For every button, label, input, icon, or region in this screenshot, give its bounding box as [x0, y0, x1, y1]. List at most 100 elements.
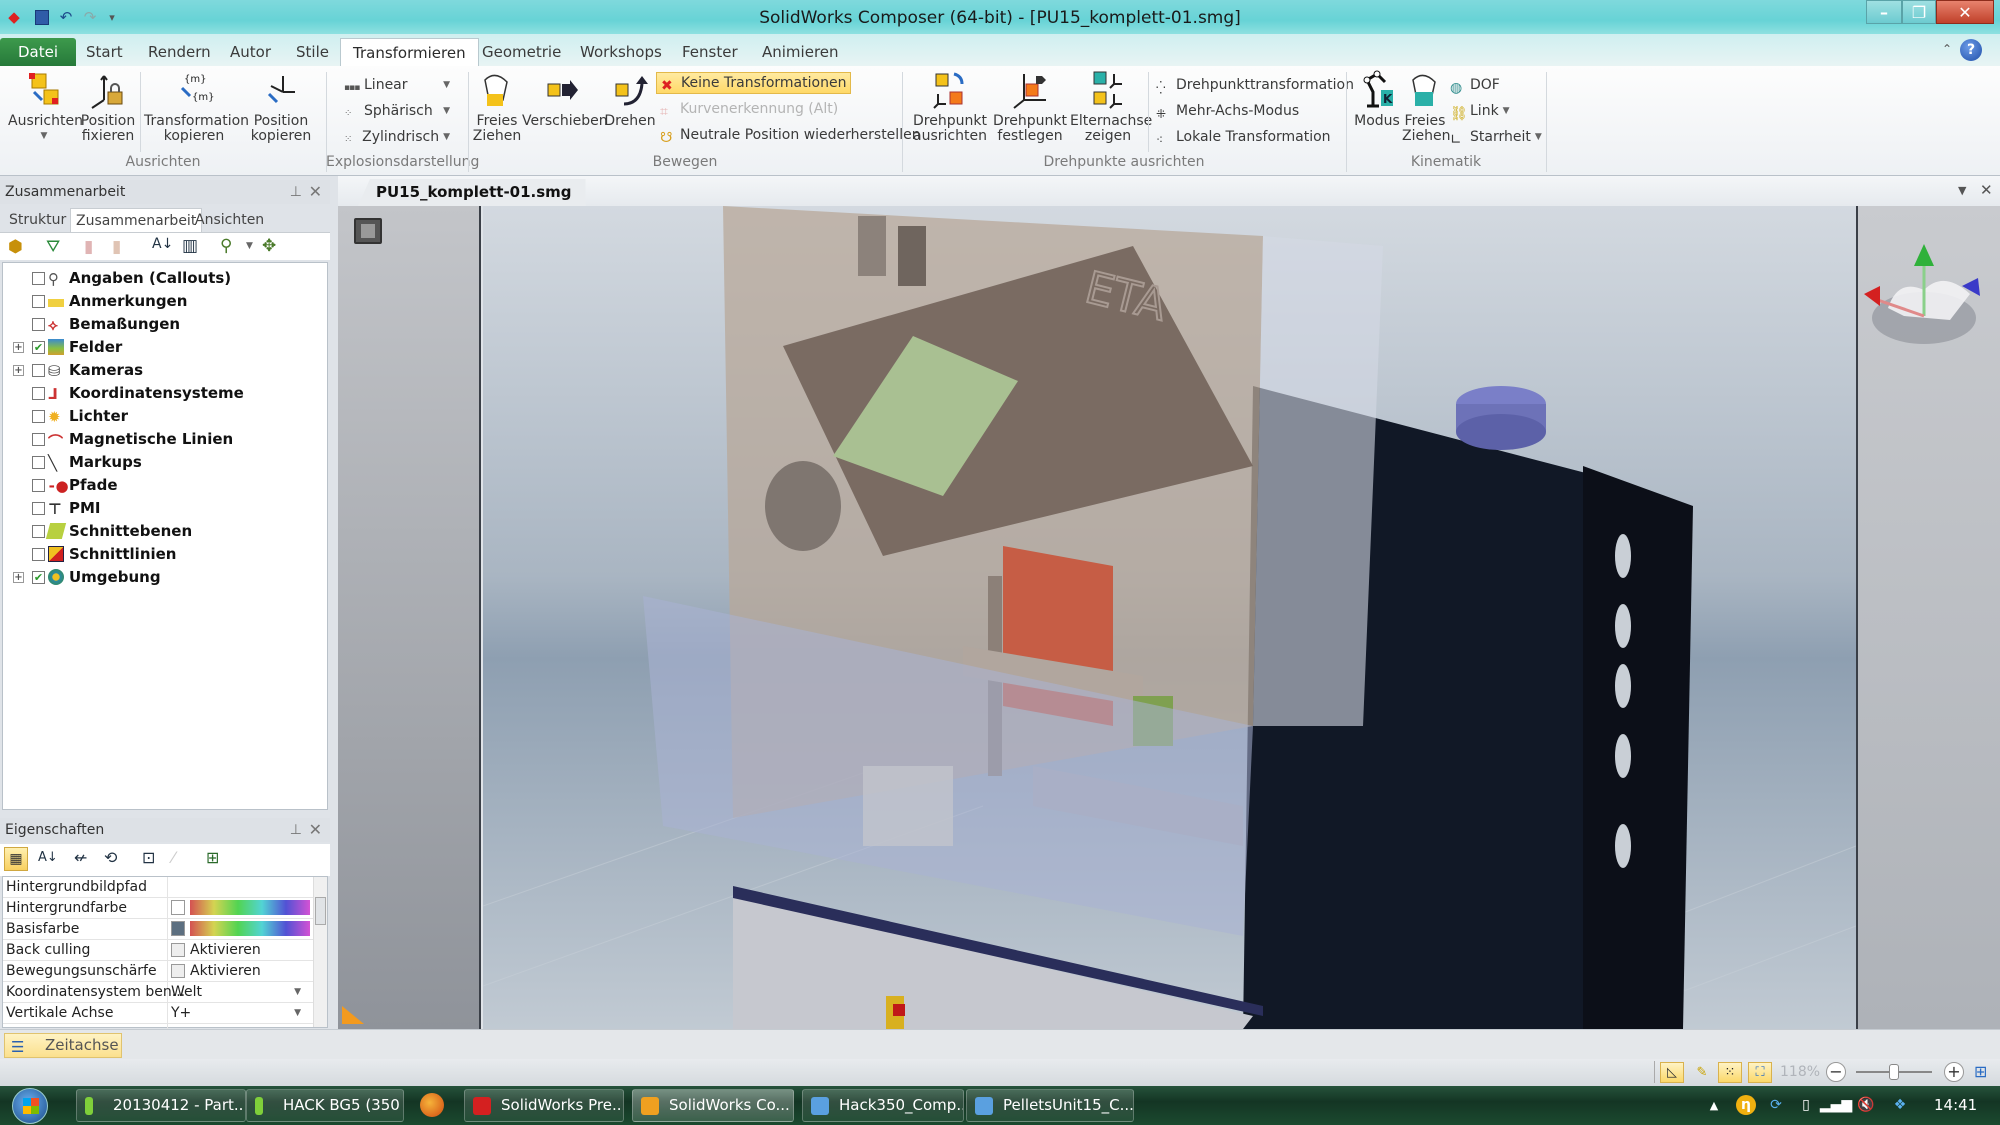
- zoom-slider[interactable]: [1856, 1064, 1932, 1080]
- tab-fenster[interactable]: Fenster: [670, 38, 750, 66]
- modus-button[interactable]: K Modus: [1352, 70, 1402, 129]
- neutrale-position-button[interactable]: ☋ Neutrale Position wiederherstellen: [660, 124, 921, 146]
- checkbox[interactable]: [171, 943, 185, 957]
- expand-icon[interactable]: +: [13, 341, 24, 353]
- measure-icon[interactable]: ◺: [1660, 1062, 1684, 1083]
- taskbar-item[interactable]: Hack350_Comp...: [802, 1089, 964, 1122]
- viewport[interactable]: ETA: [338, 206, 2000, 1029]
- taskbar-item[interactable]: SolidWorks Pre...: [464, 1089, 624, 1122]
- start-button[interactable]: [12, 1088, 48, 1124]
- signal-icon[interactable]: ▂▄▆: [1820, 1095, 1852, 1115]
- tab-animieren[interactable]: Animieren: [750, 38, 851, 66]
- subtab-zusammenarbeit[interactable]: Zusammenarbeit: [70, 208, 203, 232]
- taskbar-item[interactable]: SolidWorks Co...: [632, 1089, 794, 1122]
- spharisch-button[interactable]: ⁘ Sphärisch ▼: [344, 100, 450, 122]
- checkbox[interactable]: [32, 271, 45, 285]
- color-picker[interactable]: [190, 921, 310, 936]
- checkbox[interactable]: [32, 386, 45, 400]
- prop-row-hintergrundfarbe[interactable]: Hintergrundfarbe: [3, 898, 313, 919]
- taskbar-item[interactable]: HACK BG5 (350 ...: [246, 1089, 404, 1122]
- zoom-out-button[interactable]: −: [1826, 1062, 1846, 1082]
- tab-workshops[interactable]: Workshops: [568, 38, 674, 66]
- collapse-ribbon-icon[interactable]: ⌃: [1942, 42, 1952, 56]
- dof-button[interactable]: ◍ DOF: [1450, 74, 1500, 96]
- freies-ziehen-button[interactable]: Freies Ziehen: [472, 70, 522, 144]
- add-property-icon[interactable]: ⊞: [206, 848, 219, 867]
- mehr-achs-modus-button[interactable]: ⁜ Mehr-Achs-Modus: [1156, 100, 1299, 122]
- prop-row-bewegungsunschaerfe[interactable]: Bewegungsunschärfe Aktivieren: [3, 961, 313, 982]
- restore-button[interactable]: ❐: [1902, 0, 1936, 24]
- prop-row-vertikale-achse[interactable]: Vertikale Achse Y+ ▼: [3, 1003, 313, 1024]
- checkbox[interactable]: [32, 455, 45, 469]
- chevron-down-icon[interactable]: ▼: [246, 241, 253, 251]
- actor-icon[interactable]: ⬢: [8, 237, 23, 257]
- y-axis-arrow[interactable]: [1914, 244, 1934, 266]
- select-value[interactable]: Welt: [171, 984, 202, 1000]
- dropbox-icon[interactable]: ❖: [1890, 1095, 1910, 1115]
- prop-row-koordinatensystem[interactable]: Koordinatensystem ben... Welt ▼: [3, 982, 313, 1003]
- checkbox[interactable]: ✔: [32, 340, 45, 354]
- refresh-props-icon[interactable]: ⟲: [104, 848, 117, 867]
- tab-autor[interactable]: Autor: [218, 38, 283, 66]
- color-swatch[interactable]: [171, 921, 185, 936]
- transformation-kopieren-button[interactable]: {m} {m} Transformation kopieren: [144, 70, 249, 144]
- columns-icon[interactable]: ▥: [182, 236, 198, 256]
- linear-button[interactable]: ▪▪▪ Linear ▼: [344, 74, 450, 96]
- subtab-ansichten[interactable]: Ansichten: [190, 208, 269, 232]
- tab-transformieren[interactable]: Transformieren: [340, 38, 479, 66]
- zoom-in-button[interactable]: +: [1944, 1062, 1964, 1082]
- sort-az-icon[interactable]: A↓: [38, 850, 58, 865]
- checkbox[interactable]: [32, 317, 45, 331]
- lokale-transformation-button[interactable]: ⁖ Lokale Transformation: [1156, 126, 1331, 148]
- chevron-down-icon[interactable]: ▼: [294, 1008, 301, 1018]
- tray-app-icon[interactable]: η: [1736, 1095, 1756, 1115]
- zylindrisch-button[interactable]: ⁙ Zylindrisch ▼: [344, 126, 450, 148]
- 3d-scene[interactable]: ETA: [482, 206, 1857, 1029]
- ausrichten-button[interactable]: Ausrichten ▼: [8, 70, 83, 144]
- actor-options-icon[interactable]: ✥: [262, 236, 276, 256]
- kinematik-freies-ziehen-button[interactable]: Freies Ziehen: [1402, 70, 1450, 144]
- firefox-icon[interactable]: [420, 1093, 444, 1117]
- fit-view-icon[interactable]: ⛶: [1748, 1062, 1772, 1083]
- tab-start[interactable]: Start: [74, 38, 135, 66]
- prop-row-basisfarbe[interactable]: Basisfarbe: [3, 919, 313, 940]
- drehpunkt-festlegen-button[interactable]: Drehpunkt festlegen: [990, 70, 1070, 144]
- checkbox[interactable]: [32, 432, 45, 446]
- volume-muted-icon[interactable]: 🔇: [1856, 1095, 1876, 1115]
- verschieben-button[interactable]: Verschieben: [522, 70, 608, 129]
- film-icon[interactable]: [354, 218, 382, 244]
- tab-stile[interactable]: Stile: [284, 38, 341, 66]
- close-panel-icon[interactable]: ✕: [309, 818, 322, 842]
- checkbox[interactable]: [32, 294, 45, 308]
- taskbar-item[interactable]: 20130412 - Part...: [76, 1089, 246, 1122]
- checkbox[interactable]: [32, 409, 45, 423]
- drehpunkt-ausrichten-button[interactable]: Drehpunkt ausrichten: [910, 70, 990, 144]
- kurvenerkennung-button[interactable]: ⌗ Kurvenerkennung (Alt): [660, 98, 838, 120]
- props-scrollbar[interactable]: [313, 877, 327, 1027]
- pin-icon[interactable]: ⊥: [290, 180, 302, 204]
- sort-az-icon[interactable]: A↓: [152, 236, 173, 252]
- position-fixieren-button[interactable]: Position fixieren: [80, 70, 136, 144]
- drehpunkttransformation-button[interactable]: ⁛ Drehpunkttransformation: [1156, 74, 1354, 96]
- checkbox[interactable]: ✔: [32, 570, 45, 584]
- checkbox[interactable]: [32, 524, 45, 538]
- expand-props-icon[interactable]: ↚: [74, 848, 87, 867]
- grid-icon[interactable]: ⁙: [1718, 1062, 1742, 1083]
- help-icon[interactable]: ?: [1960, 39, 1982, 61]
- close-document-icon[interactable]: ✕: [1980, 181, 1993, 199]
- zoom-slider-thumb[interactable]: [1889, 1064, 1899, 1080]
- minimize-button[interactable]: –: [1866, 0, 1902, 24]
- battery-icon[interactable]: ▯: [1796, 1095, 1816, 1115]
- close-panel-icon[interactable]: ✕: [309, 180, 322, 204]
- layout-icon[interactable]: ⊞: [1974, 1062, 1987, 1081]
- document-tab[interactable]: PU15_komplett-01.smg: [358, 179, 586, 206]
- prop-row-back-culling[interactable]: Back culling Aktivieren: [3, 940, 313, 961]
- prop-row-hintergrundbildpfad[interactable]: Hintergrundbildpfad: [3, 877, 313, 898]
- search-actor-icon[interactable]: ⚲: [220, 236, 232, 256]
- select-value[interactable]: Y+: [171, 1005, 191, 1021]
- position-kopieren-button[interactable]: Position kopieren: [246, 70, 316, 144]
- checkbox[interactable]: [32, 363, 45, 377]
- drehen-button[interactable]: Drehen: [604, 70, 656, 129]
- categorized-icon[interactable]: ▦: [4, 847, 28, 871]
- expand-icon[interactable]: +: [13, 571, 24, 583]
